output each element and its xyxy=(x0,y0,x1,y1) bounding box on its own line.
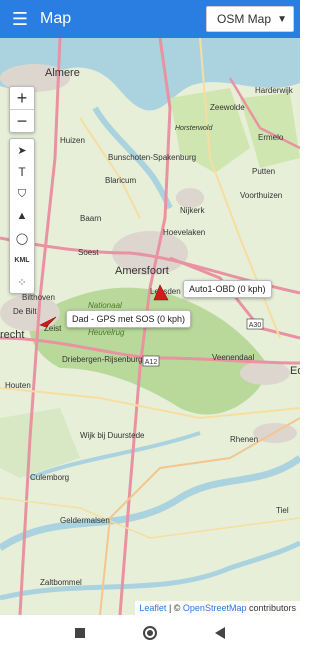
vehicle-tooltip-auto1: Auto1-OBD (0 kph) xyxy=(183,280,272,298)
place-label: Harderwijk xyxy=(255,86,294,95)
place-label: Amersfoort xyxy=(115,265,169,277)
place-label: Putten xyxy=(252,167,275,176)
place-label: Driebergen-Rijsenburg xyxy=(62,355,142,364)
leaflet-link[interactable]: Leaflet xyxy=(139,603,166,613)
nature-park-label: Nationaal xyxy=(88,301,122,310)
home-circle-icon[interactable] xyxy=(140,623,160,643)
highway-label-a12: A12 xyxy=(145,359,158,366)
place-label: Wijk bij Duurstede xyxy=(80,431,145,440)
place-label: Rhenen xyxy=(230,435,258,444)
system-nav-bar xyxy=(0,615,300,650)
osm-link[interactable]: OpenStreetMap xyxy=(183,603,247,613)
place-label: Voorthuizen xyxy=(240,191,282,200)
place-label: De Bilt xyxy=(13,307,37,316)
place-label: Bunschoten-Spakenburg xyxy=(108,153,196,162)
place-label: Almere xyxy=(45,67,80,79)
map-toolbar: ➤ T ⛉ ▲ ◯ KML ⁘ xyxy=(9,138,35,294)
vehicle-tooltip-dad: Dad - GPS met SOS (0 kph) xyxy=(66,310,192,328)
place-label: Hoevelaken xyxy=(163,228,205,237)
zoom-in-button[interactable]: + xyxy=(10,87,34,109)
text-tool-icon[interactable]: T xyxy=(10,161,34,183)
place-label: Tiel xyxy=(276,506,289,515)
place-label: Culemborg xyxy=(30,473,69,482)
cluster-icon[interactable]: ⁘ xyxy=(10,271,34,293)
highway-label-a30: A30 xyxy=(249,322,262,329)
place-label: Huizen xyxy=(60,136,85,145)
place-label: Bilthoven xyxy=(22,293,55,302)
page-title: Map xyxy=(40,10,72,27)
place-label: Geldermalsen xyxy=(60,516,110,525)
zoom-out-button[interactable]: − xyxy=(10,109,34,132)
place-label: Baarn xyxy=(80,214,101,223)
back-triangle-icon[interactable] xyxy=(210,623,230,643)
place-label: Ede xyxy=(290,365,300,377)
nature-label: Horsterwold xyxy=(175,125,213,132)
app-header: ☰ Map OSM Map ▼ xyxy=(0,0,300,38)
circle-draw-icon[interactable]: ◯ xyxy=(10,227,34,249)
dropdown-caret-icon: ▼ xyxy=(277,14,287,25)
shield-icon[interactable]: ⛉ xyxy=(10,183,34,205)
attribution-separator: | © xyxy=(166,603,183,613)
place-label: Veenendaal xyxy=(212,353,254,362)
place-label: Soest xyxy=(78,248,99,257)
nature-park-label: Heuvelrug xyxy=(88,328,125,337)
place-label: Zeewolde xyxy=(210,103,245,112)
place-label: Blaricum xyxy=(105,176,136,185)
vehicle-tooltip-label: Dad - GPS met SOS (0 kph) xyxy=(72,314,186,324)
place-label: Nijkerk xyxy=(180,206,205,215)
vehicle-tooltip-label: Auto1-OBD (0 kph) xyxy=(189,284,266,294)
place-label: recht xyxy=(0,329,24,341)
kml-button[interactable]: KML xyxy=(10,249,34,271)
place-label: Ermelo xyxy=(258,133,284,142)
map-view[interactable]: A30 A12 Almere Huizen Blaricum Baarn Soe… xyxy=(0,38,300,615)
zoom-control: + − xyxy=(9,86,35,133)
map-attribution: Leaflet | © OpenStreetMap contributors xyxy=(135,601,300,615)
menu-icon[interactable]: ☰ xyxy=(10,0,30,38)
place-label: Zaltbommel xyxy=(40,578,82,587)
map-layer-select-value: OSM Map xyxy=(217,12,272,26)
map-layer-select[interactable]: OSM Map ▼ xyxy=(206,6,294,32)
place-label: Houten xyxy=(5,381,31,390)
locate-arrow-icon[interactable]: ➤ xyxy=(10,139,34,161)
recents-square-icon[interactable] xyxy=(70,623,90,643)
attribution-contributors: contributors xyxy=(246,603,296,613)
road-icon[interactable]: ▲ xyxy=(10,205,34,227)
